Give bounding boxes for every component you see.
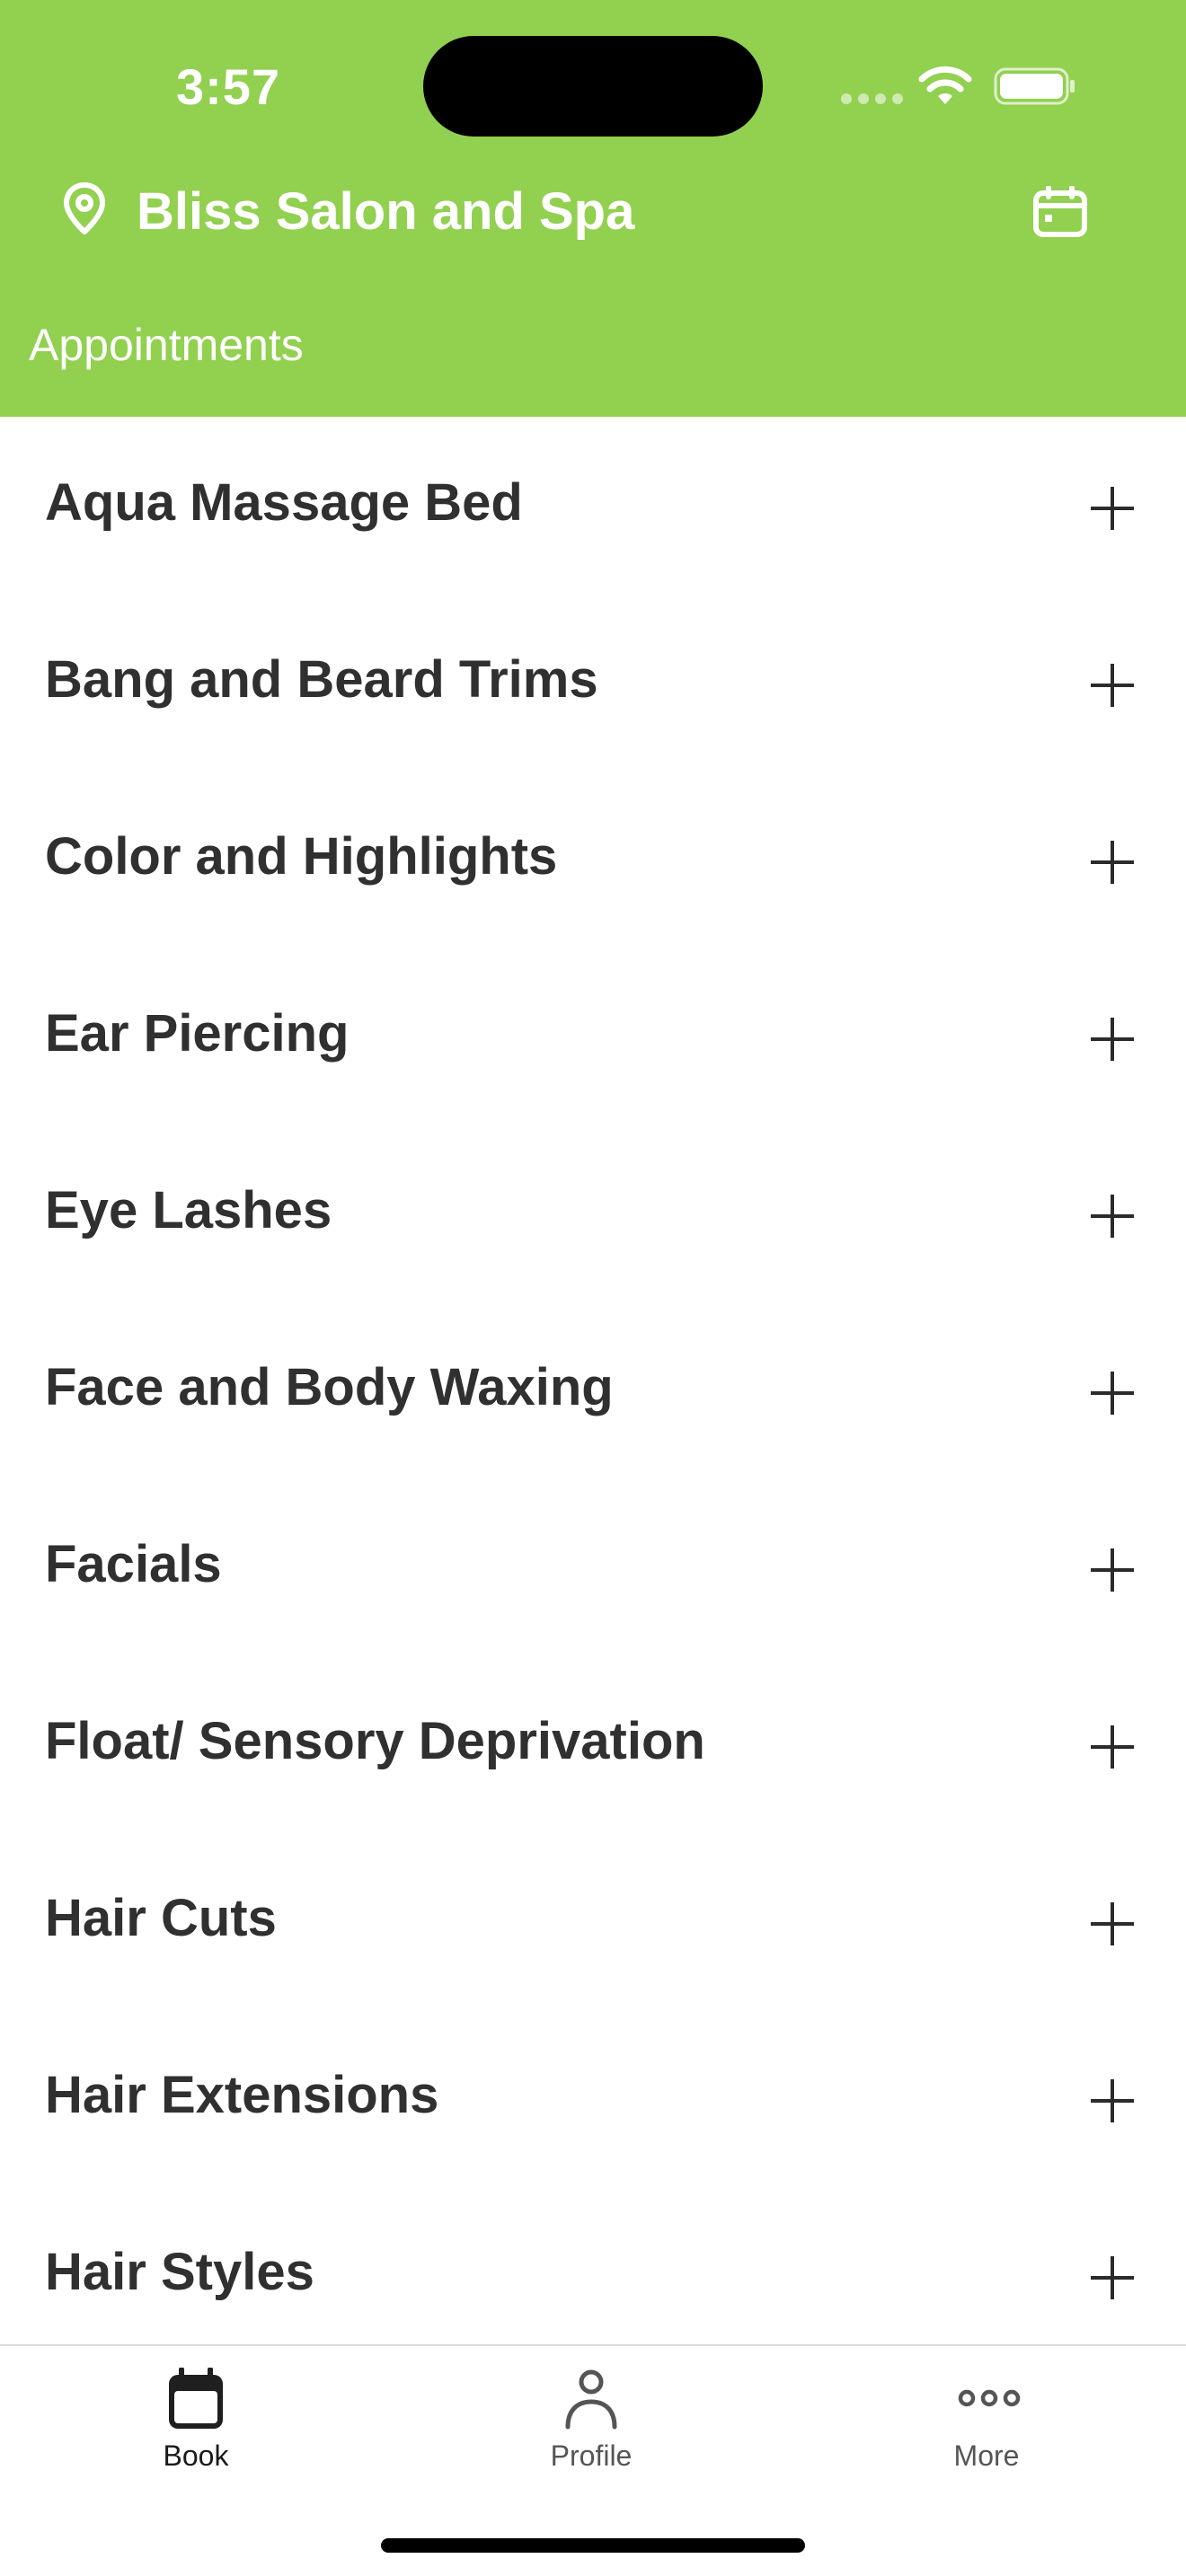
plus-icon[interactable] <box>1089 1724 1136 1770</box>
location-pin-icon <box>64 182 105 234</box>
calendar-icon <box>169 2368 223 2429</box>
tab-label: More <box>953 2439 1020 2472</box>
home-indicator <box>381 2538 805 2553</box>
service-row[interactable]: Eye Lashes <box>0 1125 1186 1301</box>
service-label: Hair Styles <box>45 2243 314 2301</box>
plus-icon[interactable] <box>1089 1547 1136 1593</box>
person-icon <box>565 2369 617 2430</box>
service-row[interactable]: Color and Highlights <box>0 771 1186 948</box>
calendar-icon <box>1033 186 1087 237</box>
more-dots-icon <box>958 2389 1021 2407</box>
status-time: 3:57 <box>176 58 281 115</box>
service-label: Eye Lashes <box>45 1181 332 1239</box>
tab-profile[interactable]: Profile <box>474 2348 708 2501</box>
plus-icon[interactable] <box>1089 662 1136 709</box>
section-label: Appointments <box>29 320 304 370</box>
battery-icon <box>994 67 1075 105</box>
dynamic-island <box>423 36 763 137</box>
plus-icon[interactable] <box>1089 485 1136 532</box>
cellular-signal-icon <box>841 93 904 104</box>
service-row[interactable]: Float/ Sensory Deprivation <box>0 1655 1186 1832</box>
service-row[interactable]: Facials <box>0 1478 1186 1655</box>
tab-label: Profile <box>550 2439 633 2472</box>
service-row[interactable]: Bang and Beard Trims <box>0 594 1186 771</box>
service-label: Float/ Sensory Deprivation <box>45 1712 705 1770</box>
calendar-button[interactable] <box>1022 180 1098 244</box>
tab-more[interactable]: More <box>870 2348 1103 2501</box>
plus-icon[interactable] <box>1089 2254 1136 2301</box>
service-label: Facials <box>45 1535 222 1593</box>
service-category-list: Aqua Massage Bed Bang and Beard Trims Co… <box>0 417 1186 2346</box>
wifi-icon <box>918 66 972 104</box>
service-row[interactable]: Aqua Massage Bed <box>0 417 1186 594</box>
service-label: Hair Cuts <box>45 1889 277 1947</box>
salon-name[interactable]: Bliss Salon and Spa <box>137 180 634 244</box>
service-row[interactable]: Hair Cuts <box>0 1832 1186 2009</box>
service-label: Aqua Massage Bed <box>45 473 523 532</box>
plus-icon[interactable] <box>1089 1901 1136 1947</box>
service-label: Color and Highlights <box>45 827 558 886</box>
service-row[interactable]: Face and Body Waxing <box>0 1301 1186 1478</box>
tab-book[interactable]: Book <box>79 2348 313 2501</box>
service-label: Hair Extensions <box>45 2066 439 2124</box>
plus-icon[interactable] <box>1089 2078 1136 2124</box>
app-header: 3:57 Bliss Salon and Spa Appointments <box>0 0 1186 417</box>
service-row[interactable]: Ear Piercing <box>0 948 1186 1125</box>
service-row[interactable]: Hair Styles <box>0 2186 1186 2346</box>
plus-icon[interactable] <box>1089 1016 1136 1063</box>
service-label: Ear Piercing <box>45 1004 350 1063</box>
plus-icon[interactable] <box>1089 1370 1136 1416</box>
service-row[interactable]: Hair Extensions <box>0 2009 1186 2186</box>
service-label: Bang and Beard Trims <box>45 650 598 709</box>
service-label: Face and Body Waxing <box>45 1358 614 1416</box>
plus-icon[interactable] <box>1089 839 1136 886</box>
tab-label: Book <box>163 2439 229 2472</box>
plus-icon[interactable] <box>1089 1193 1136 1239</box>
